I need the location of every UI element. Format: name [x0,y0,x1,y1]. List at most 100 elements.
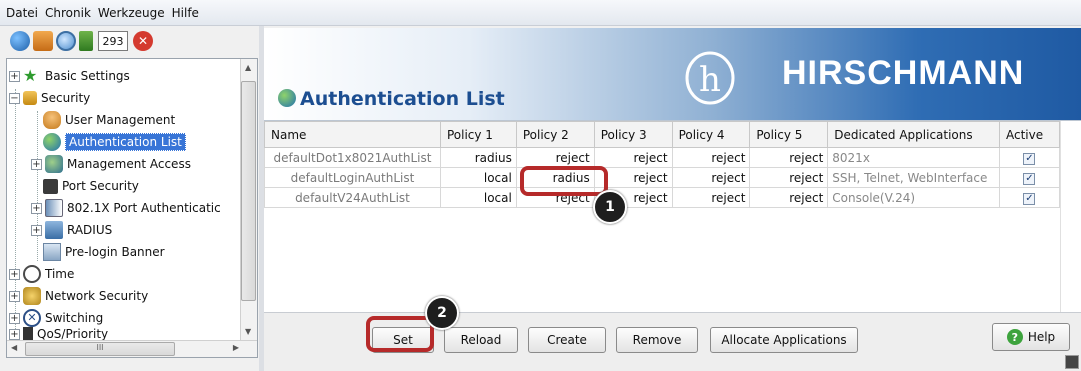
active-checkbox[interactable]: ✓ [1023,153,1036,165]
shield-icon [23,287,41,305]
table-row[interactable]: defaultLoginAuthList local radius reject… [264,167,1061,188]
lock-icon [23,91,37,105]
scroll-left-icon[interactable]: ◀ [11,343,17,352]
cell-active[interactable]: ✓ [998,167,1061,188]
port-icon [43,178,58,194]
cell-policy-5[interactable]: reject [749,167,829,188]
tree-item-authentication-list[interactable]: Authentication List [43,131,186,153]
cell-policy-3[interactable]: reject [593,147,673,168]
expand-icon[interactable]: + [9,290,20,302]
column-header-name[interactable]: Name [264,121,441,148]
users-icon [43,111,61,129]
tree-item-switching[interactable]: + ✕ Switching [9,307,103,329]
tree-item-user-management[interactable]: User Management [43,109,175,131]
authentication-table-container: Name Policy 1 Policy 2 Policy 3 Policy 4… [264,120,1081,313]
collapse-icon[interactable]: − [9,92,20,104]
logo-letter: h [699,60,721,100]
help-label: Help [1027,330,1056,344]
cell-policy-4[interactable]: reject [671,187,751,208]
user-lock-icon[interactable] [33,31,53,51]
cell-dedicated-applications[interactable]: SSH, Telnet, WebInterface [827,167,1000,188]
clock-icon [23,265,41,283]
column-header-policy-1[interactable]: Policy 1 [439,121,517,148]
active-checkbox[interactable]: ✓ [1023,173,1036,185]
tree-vertical-scrollbar[interactable]: ▲ ▼ [240,59,257,340]
expand-icon[interactable]: + [31,202,42,214]
expand-icon[interactable]: + [31,158,42,170]
tree-horizontal-scrollbar[interactable]: ◀ III ▶ [7,340,257,357]
expand-icon[interactable]: + [9,70,20,82]
cell-policy-1[interactable]: local [439,167,517,188]
radius-icon [45,221,63,239]
help-button[interactable]: ? Help [992,323,1070,351]
cell-policy-5[interactable]: reject [749,187,829,208]
expand-icon[interactable]: + [9,268,20,280]
cell-active[interactable]: ✓ [998,187,1061,208]
remove-button[interactable]: Remove [616,327,698,353]
header-banner: Authentication List h HIRSCHMANN [264,28,1081,120]
cell-policy-5[interactable]: reject [749,147,829,168]
banner-icon [43,243,61,261]
cell-dedicated-applications[interactable]: Console(V.24) [827,187,1000,208]
cell-name[interactable]: defaultDot1x8021AuthList [264,147,441,168]
column-header-policy-4[interactable]: Policy 4 [671,121,751,148]
cell-policy-1[interactable]: radius [439,147,517,168]
menu-hilfe[interactable]: Hilfe [172,6,199,20]
create-button[interactable]: Create [528,327,606,353]
tree-item-pre-login-banner[interactable]: Pre-login Banner [43,241,165,263]
scroll-right-icon[interactable]: ▶ [233,343,239,352]
tree-item-radius[interactable]: + RADIUS [31,219,112,241]
allocate-applications-button[interactable]: Allocate Applications [710,327,858,353]
scroll-down-icon[interactable]: ▼ [245,327,251,336]
star-icon: ★ [23,66,38,85]
column-header-policy-5[interactable]: Policy 5 [749,121,829,148]
tree-vertical-scroll-thumb[interactable] [241,81,256,301]
tree-item-port-security[interactable]: Port Security [43,175,139,197]
globe-icon [43,133,61,151]
menu-werkzeuge[interactable]: Werkzeuge [98,6,165,20]
tree-horizontal-scroll-thumb[interactable]: III [25,342,175,356]
menu-chronik[interactable]: Chronik [45,6,91,20]
search-icon[interactable] [56,31,76,51]
highlight-policy-2-radius [520,166,608,196]
cell-dedicated-applications[interactable]: 8021x [827,147,1000,168]
network-icon[interactable] [10,31,30,51]
table-row[interactable]: defaultDot1x8021AuthList radius reject r… [264,147,1061,168]
reload-button[interactable]: Reload [444,327,518,353]
tree-item-network-security[interactable]: + Network Security [9,285,148,307]
tree-item-8021x-port-auth[interactable]: + 802.1X Port Authenticatic [31,197,221,219]
expand-icon[interactable]: + [9,312,20,324]
menu-datei[interactable]: Datei [6,6,38,20]
expand-icon[interactable]: + [31,224,42,236]
page-title: Authentication List [300,88,505,110]
close-icon[interactable]: ✕ [133,31,153,51]
cell-name[interactable]: defaultV24AuthList [264,187,441,208]
active-checkbox[interactable]: ✓ [1023,193,1036,205]
column-header-policy-2[interactable]: Policy 2 [515,121,595,148]
port-auth-icon [45,199,63,217]
hirschmann-logo: h [685,51,735,105]
tree-item-qos-priority[interactable]: + QoS/Priority [9,327,108,341]
navigation-tree: + ★ Basic Settings − Security User Manag… [6,58,258,358]
column-header-active[interactable]: Active [998,121,1061,148]
cell-policy-4[interactable]: reject [671,167,751,188]
expand-icon[interactable]: + [9,328,20,340]
cell-policy-4[interactable]: reject [671,147,751,168]
cell-policy-1[interactable]: local [439,187,517,208]
cell-policy-2[interactable]: reject [515,147,595,168]
cell-name[interactable]: defaultLoginAuthList [264,167,441,188]
tree-item-basic-settings[interactable]: + ★ Basic Settings [9,65,130,87]
qos-icon [23,327,33,341]
authentication-table: Name Policy 1 Policy 2 Policy 3 Policy 4… [264,121,1061,208]
tree-item-security[interactable]: − Security [9,87,90,109]
column-header-dedicated-applications[interactable]: Dedicated Applications [827,121,1000,148]
signal-icon[interactable] [79,31,93,51]
table-row[interactable]: defaultV24AuthList local reject reject r… [264,187,1061,208]
tree-item-time[interactable]: + Time [9,263,74,285]
cell-active[interactable]: ✓ [998,147,1061,168]
column-header-policy-3[interactable]: Policy 3 [593,121,673,148]
scroll-up-icon[interactable]: ▲ [245,63,251,72]
brand-name: HIRSCHMANN [782,54,1025,92]
tree-item-management-access[interactable]: + Management Access [31,153,191,175]
counter-field[interactable]: 293 [98,31,128,51]
